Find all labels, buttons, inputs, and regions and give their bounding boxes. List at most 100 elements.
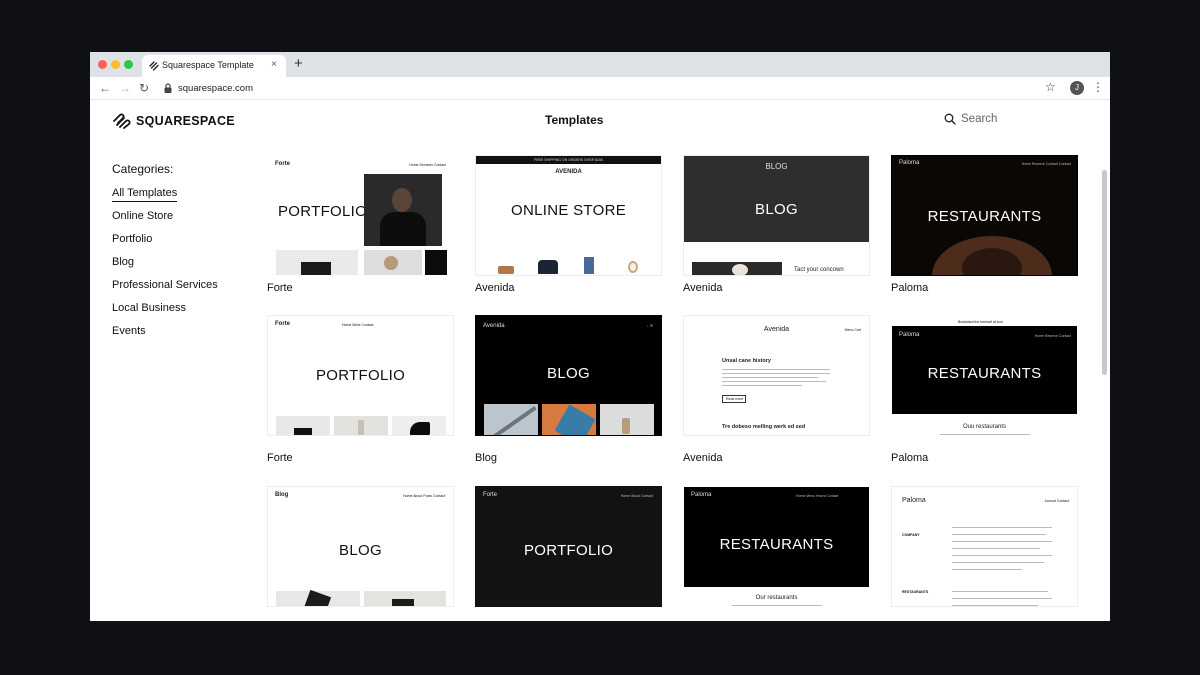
template-site-name: Forte [275,161,290,167]
template-site-name: AVENIDA [555,169,582,175]
back-arrow-icon[interactable]: ← [99,81,111,95]
template-nav: Menu Cart [844,328,861,332]
post-title: Unsal cane history [722,358,771,364]
forward-arrow-icon[interactable]: → [119,81,131,95]
template-card[interactable]: Paloma Journal Contact COMPANY RESTAURAN… [891,486,1078,607]
product-image [425,250,447,275]
post-title: Tre dobeso melling werk ed sed [722,424,806,430]
close-window-button[interactable] [98,60,107,69]
browser-tab[interactable]: Squarespace Template × [142,55,286,77]
template-site-name: Forte [483,492,498,498]
hero-block: Paloma Home Reserve Contact RESTAURANTS [892,326,1077,414]
template-card[interactable]: Blog Home About Posts Contact BLOG [267,486,454,607]
search-icon [944,113,956,125]
category-portfolio[interactable]: Portfolio [112,233,152,245]
section-title: Our restaurants [755,595,798,601]
maximize-window-button[interactable] [124,60,133,69]
page-title: Templates [545,113,604,127]
new-tab-button[interactable]: + [294,56,303,72]
template-name[interactable]: Avenida [475,282,515,294]
template-card[interactable]: Forte Home Services Contact PORTFOLIO [267,155,454,276]
template-card[interactable]: Paloma Home Reserve Contact Contact REST… [891,155,1078,276]
post-image [600,404,654,435]
template-card[interactable]: Avenida ⌕ ☰ BLOG [475,315,662,436]
template-name[interactable]: Paloma [891,282,928,294]
template-site-name: Paloma [899,332,920,338]
profile-avatar[interactable]: J [1070,81,1084,95]
template-nav: Home About Posts Contact [402,494,445,498]
post-image [364,591,446,606]
template-name[interactable]: Forte [267,282,293,294]
template-nav: Home Services Contact [409,163,446,167]
category-blog[interactable]: Blog [112,256,134,268]
template-site-name: Paloma [902,497,926,504]
menu-icon[interactable]: ⌕ ☰ [647,324,653,328]
product-image [392,416,446,435]
template-headline: BLOG [755,201,798,218]
category-events[interactable]: Events [112,325,146,337]
template-headline: ONLINE STORE [510,202,627,219]
product-image [334,416,388,435]
categories-heading: Categories: [112,162,174,176]
tab-close-icon[interactable]: × [271,59,277,71]
template-name[interactable]: Forte [267,452,293,464]
category-local-business[interactable]: Local Business [112,302,186,314]
category-all-templates[interactable]: All Templates [112,187,178,202]
post-image [276,589,360,606]
template-site-name: Avenida [483,323,505,329]
product-image [364,250,422,275]
template-headline: PORTFOLIO [523,542,614,559]
search-label: Search [961,113,998,125]
template-site-name: Forte [275,321,290,327]
portrait-image [364,174,442,246]
template-headline: PORTFOLIO [315,367,406,384]
template-headline: BLOG [339,542,382,559]
read-more-button[interactable]: Read more [722,395,746,403]
template-headline: RESTAURANTS [927,208,1042,225]
template-headline: BLOG [547,365,590,382]
browser-window: Squarespace Template × + ← → ↻ squarespa… [90,52,1110,621]
template-nav: Home Reserve Contact [1034,334,1071,338]
template-nav: Journal Contact [1044,499,1069,503]
post-image [484,404,538,435]
template-name[interactable]: Avenida [683,452,723,464]
bookmark-star-icon[interactable]: ☆ [1045,80,1056,94]
announcement-bar: FREE SHIPPING ON ORDERS OVER $150 [476,156,661,164]
reload-icon[interactable]: ↻ [139,81,149,95]
template-headline: RESTAURANTS [719,536,834,553]
post-title: Tact your concown [794,267,844,273]
template-nav: Home Work Contact [342,323,374,327]
url-field[interactable]: squarespace.com [178,83,253,94]
page-scrollbar[interactable] [1102,170,1107,375]
template-card[interactable]: Brawidant the bereset at-hon Paloma Home… [891,315,1078,436]
template-nav: Home About Contact [620,494,653,498]
template-site-name: Paloma [899,160,920,166]
hero-block: Paloma Home Menu Hours Contact RESTAURAN… [684,487,869,587]
section-label: RESTAURANTS [902,590,929,594]
template-card[interactable]: Forte Home Work Contact PORTFOLIO [267,315,454,436]
squarespace-logo-icon [113,113,131,129]
template-nav: Home Menu Hours Contact [796,494,839,498]
category-online-store[interactable]: Online Store [112,210,173,222]
product-image [276,250,358,275]
page: SQUARESPACE Templates Search Categories:… [90,100,1110,621]
template-card[interactable]: FREE SHIPPING ON ORDERS OVER $150 AVENID… [475,155,662,276]
template-card[interactable]: Forte Home About Contact PORTFOLIO [475,486,662,607]
browser-menu-icon[interactable]: ⋮ [1092,80,1104,94]
address-toolbar: ← → ↻ squarespace.com ☆ J ⋮ [90,77,1110,100]
lock-icon [164,83,172,93]
template-site-name: Paloma [691,492,712,498]
template-name[interactable]: Avenida [683,282,723,294]
category-professional-services[interactable]: Professional Services [112,279,218,291]
post-image [692,262,782,275]
template-name[interactable]: Blog [475,452,497,464]
minimize-window-button[interactable] [111,60,120,69]
template-name[interactable]: Paloma [891,452,928,464]
template-card[interactable]: Paloma Home Menu Hours Contact RESTAURAN… [683,486,870,607]
template-card[interactable]: Avenida Menu Cart Unsal cane history Rea… [683,315,870,436]
logo-wordmark: SQUARESPACE [136,114,235,128]
template-site-name: BLOG [765,162,788,171]
section-title: Ouu restaurants [962,424,1007,430]
template-banner: Brawidant the bereset at-hon [958,320,1003,324]
template-card[interactable]: BLOG BLOG Tact your concown [683,155,870,276]
